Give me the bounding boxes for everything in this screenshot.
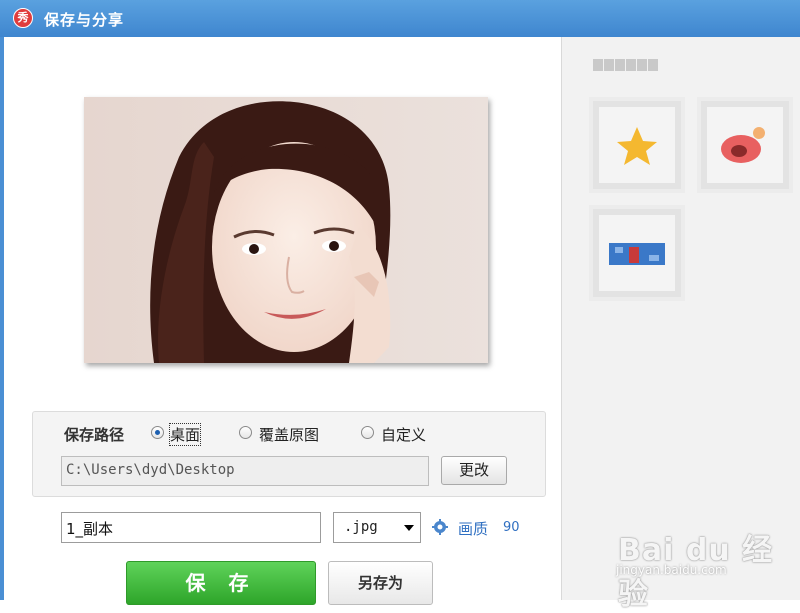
radio-custom[interactable]	[361, 426, 374, 439]
star-icon	[617, 127, 657, 165]
weibo-icon	[721, 127, 765, 163]
share-tile-weibo[interactable]	[697, 97, 793, 193]
format-select[interactable]: .jpg	[333, 512, 421, 543]
share-title-blurred	[593, 59, 673, 71]
gear-icon[interactable]	[432, 519, 448, 535]
meitu-logo-icon: 秀	[13, 8, 33, 28]
radio-desktop[interactable]	[151, 426, 164, 439]
filename-input[interactable]: 1_副本	[61, 512, 321, 543]
change-path-button[interactable]: 更改	[441, 456, 507, 485]
radio-overwrite-label[interactable]: 覆盖原图	[259, 424, 319, 445]
save-path-label: 保存路径	[64, 426, 125, 444]
title-bar[interactable]: 秀 保存与分享	[0, 0, 800, 37]
save-button[interactable]: 保 存	[126, 561, 316, 605]
window-title: 保存与分享	[44, 11, 125, 29]
save-path-field[interactable]: C:\Users\dyd\Desktop	[61, 456, 429, 486]
photo-preview	[84, 97, 488, 363]
chevron-down-icon[interactable]	[404, 525, 414, 531]
quality-value: 90	[503, 520, 520, 535]
share-icon	[609, 243, 665, 265]
baidu-jingyan-watermark: Bai du 经验 jingyan.baidu.com	[614, 515, 794, 612]
radio-desktop-label[interactable]: 桌面	[168, 423, 202, 446]
save-path-panel: 保存路径 桌面 覆盖原图 自定义 C:\Users\dyd\Desktop 更改	[32, 411, 546, 497]
save-share-dialog: 秀 保存与分享 保存路径 桌面 覆盖原图 自定义 C:\Users\dyd\De…	[0, 0, 800, 612]
format-value: .jpg	[344, 519, 378, 535]
share-tile-star[interactable]	[589, 97, 685, 193]
quality-link[interactable]: 画质	[458, 518, 488, 539]
main-panel: 保存路径 桌面 覆盖原图 自定义 C:\Users\dyd\Desktop 更改…	[0, 37, 561, 605]
save-as-button[interactable]: 另存为	[328, 561, 433, 605]
radio-custom-label[interactable]: 自定义	[381, 424, 426, 445]
watermark-sub: jingyan.baidu.com	[616, 563, 727, 577]
share-tile-other[interactable]	[589, 205, 685, 301]
radio-overwrite[interactable]	[239, 426, 252, 439]
portrait-image	[84, 97, 488, 363]
